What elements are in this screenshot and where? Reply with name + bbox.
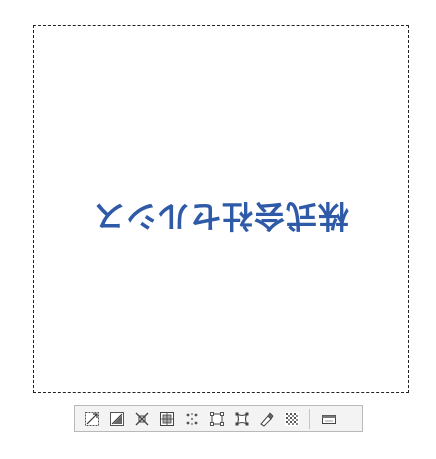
scale-up-down-icon [84, 411, 100, 427]
distort-icon [184, 411, 200, 427]
flip-button[interactable] [254, 408, 279, 430]
transform-toolbar [74, 405, 363, 432]
canvas-selection-area[interactable]: 株式会社セルシス [33, 25, 409, 393]
distort-button[interactable] [179, 408, 204, 430]
settings-panel-icon [321, 411, 337, 427]
settings-panel-button[interactable] [316, 408, 341, 430]
flip-icon [259, 411, 275, 427]
pattern-icon [284, 411, 300, 427]
rotate-icon [134, 411, 150, 427]
scale-keep-aspect-button[interactable] [104, 408, 129, 430]
toolbar-separator [309, 408, 310, 429]
perspective-button[interactable] [204, 408, 229, 430]
free-transform-button[interactable] [154, 408, 179, 430]
scale-keep-aspect-icon [109, 411, 125, 427]
scale-up-down-button[interactable] [79, 408, 104, 430]
mesh-transform-button[interactable] [229, 408, 254, 430]
free-transform-icon [159, 411, 175, 427]
perspective-icon [209, 411, 225, 427]
pattern-button[interactable] [279, 408, 304, 430]
mesh-transform-icon [234, 411, 250, 427]
rotate-button[interactable] [129, 408, 154, 430]
company-logo-text[interactable]: 株式会社セルシス [34, 196, 408, 241]
